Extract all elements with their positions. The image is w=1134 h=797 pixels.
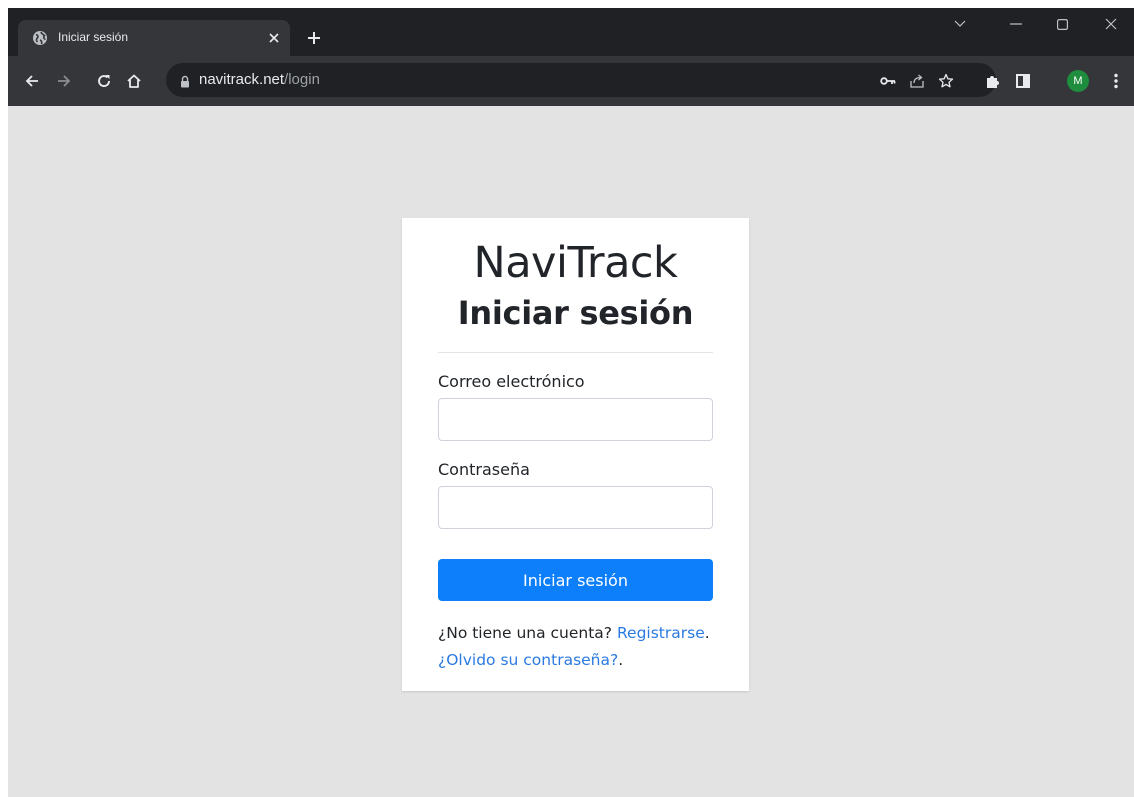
forward-icon[interactable]: [52, 69, 76, 93]
tab-strip: Iniciar sesión: [8, 8, 1134, 56]
reload-icon[interactable]: [92, 69, 116, 93]
forgot-password-link[interactable]: ¿Olvido su contraseña?: [438, 651, 618, 669]
globe-icon: [32, 30, 48, 46]
forgot-password-line: ¿Olvido su contraseña?.: [438, 651, 623, 669]
bookmark-star-icon[interactable]: [934, 69, 958, 93]
share-icon[interactable]: [905, 69, 929, 93]
tab-search-icon[interactable]: [937, 8, 983, 40]
signup-prompt: ¿No tiene una cuenta?: [438, 624, 613, 642]
back-icon[interactable]: [20, 69, 44, 93]
new-tab-button[interactable]: [302, 26, 326, 50]
register-link[interactable]: Registrarse: [617, 624, 705, 642]
divider: [438, 352, 713, 353]
page-heading: Iniciar sesión: [457, 294, 694, 332]
close-window-icon[interactable]: [1088, 8, 1134, 40]
profile-avatar[interactable]: M: [1067, 70, 1089, 92]
close-tab-icon[interactable]: [264, 28, 284, 48]
extensions-icon[interactable]: [981, 69, 1005, 93]
email-label: Correo electrónico: [438, 372, 585, 391]
maximize-icon[interactable]: [1039, 8, 1085, 40]
key-icon[interactable]: [876, 69, 900, 93]
lock-icon[interactable]: [180, 73, 190, 92]
email-field[interactable]: [438, 398, 713, 441]
password-label: Contraseña: [438, 460, 530, 479]
login-button[interactable]: Iniciar sesión: [438, 559, 713, 601]
signup-prompt-line: ¿No tiene una cuenta? Registrarse.: [438, 624, 710, 642]
tab-active[interactable]: Iniciar sesión: [18, 20, 290, 56]
tab-title: Iniciar sesión: [58, 30, 129, 44]
url-host: navitrack.net: [199, 71, 285, 88]
password-field[interactable]: [438, 486, 713, 529]
forgot-suffix: .: [618, 651, 624, 669]
browser-window: Iniciar sesión navitrack.net/login M Nav…: [8, 8, 1134, 797]
url-path: /login: [284, 71, 320, 88]
login-card: NaviTrack Iniciar sesión Correo electrón…: [402, 218, 749, 691]
address-bar[interactable]: navitrack.net/login: [166, 63, 996, 97]
browser-toolbar: navitrack.net/login M: [8, 56, 1134, 106]
side-panel-icon[interactable]: [1011, 69, 1035, 93]
home-icon[interactable]: [122, 69, 146, 93]
url-text[interactable]: navitrack.net/login: [199, 71, 320, 88]
minimize-icon[interactable]: [993, 8, 1039, 40]
menu-kebab-icon[interactable]: [1104, 69, 1128, 93]
signup-suffix: .: [704, 624, 710, 642]
brand-title: NaviTrack: [473, 238, 678, 288]
page-viewport: NaviTrack Iniciar sesión Correo electrón…: [8, 106, 1134, 797]
